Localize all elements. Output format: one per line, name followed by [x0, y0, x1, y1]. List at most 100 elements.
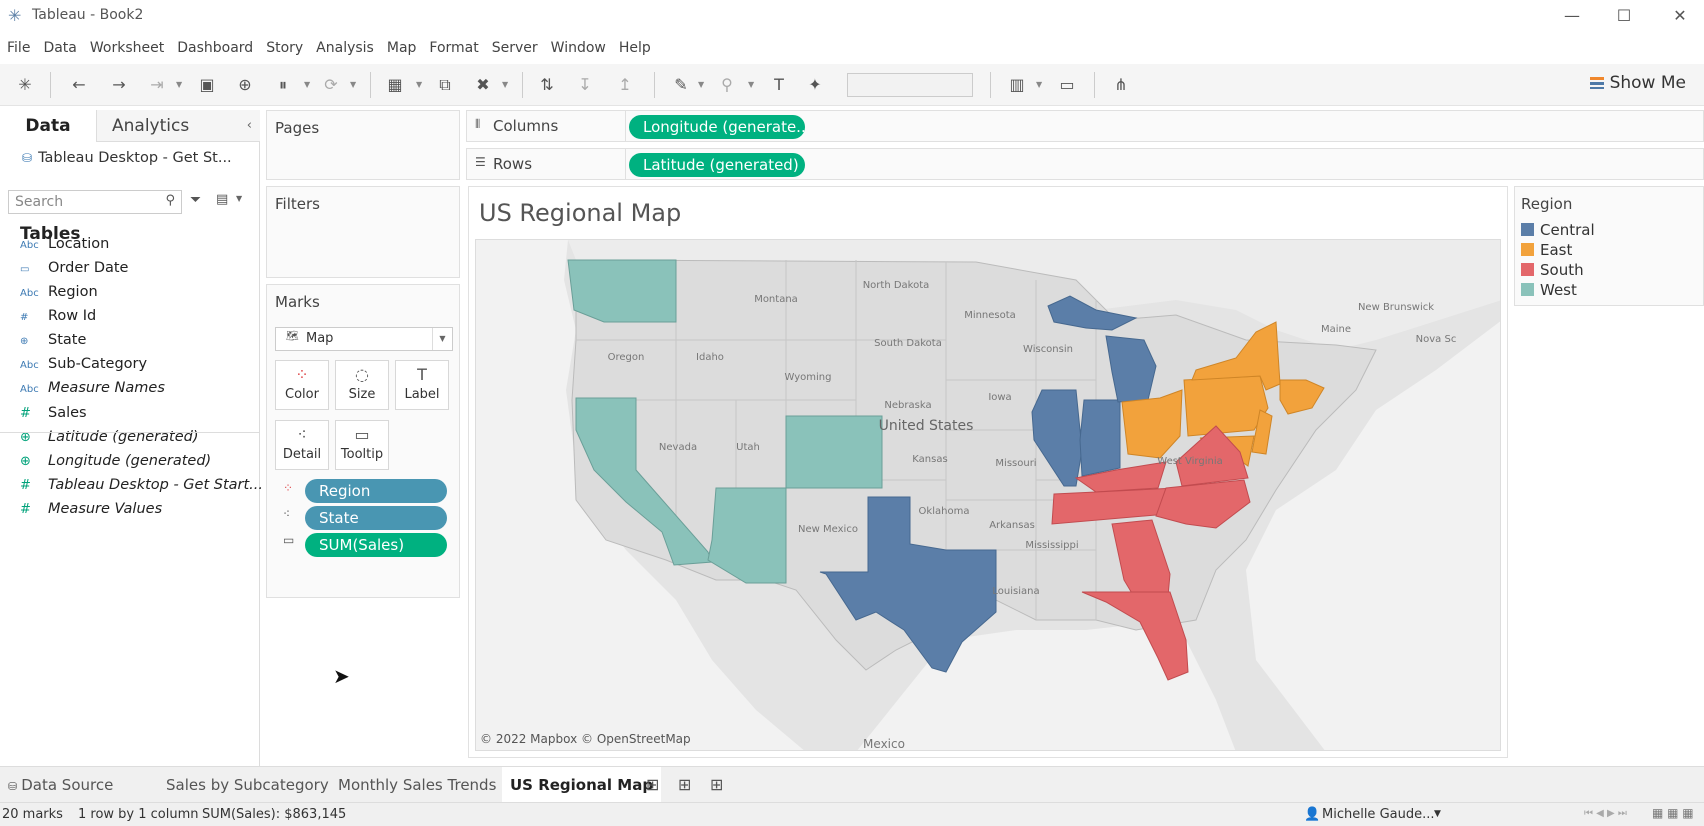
- maximize-button[interactable]: ☐: [1604, 4, 1644, 28]
- field-order-date[interactable]: ▭ Order Date: [20, 256, 128, 280]
- filter-icon[interactable]: ⏷: [190, 192, 201, 208]
- field-longitude-generated[interactable]: ⊕ Longitude (generated): [20, 449, 211, 473]
- tableau-home-icon[interactable]: ✳: [14, 74, 36, 96]
- view-options-icon[interactable]: ▤: [216, 192, 228, 207]
- chevron-down-icon[interactable]: ▼: [748, 74, 756, 96]
- menu-analysis[interactable]: Analysis: [309, 36, 380, 60]
- presentation-mode-icon[interactable]: ▭: [1056, 74, 1078, 96]
- state-pennsylvania[interactable]: [1183, 375, 1269, 437]
- map-attribution[interactable]: © 2022 Mapbox © OpenStreetMap: [480, 732, 691, 746]
- latitude-pill[interactable]: Latitude (generated): [629, 153, 805, 177]
- detail-button[interactable]: ⁖ Detail: [275, 420, 329, 470]
- field-sub-category[interactable]: Abc Sub-Category: [20, 352, 147, 376]
- menu-help[interactable]: Help: [612, 36, 657, 60]
- chevron-down-icon[interactable]: ▼: [502, 74, 510, 96]
- menu-file[interactable]: File: [0, 36, 36, 60]
- chevron-down-icon[interactable]: ▼: [236, 194, 242, 203]
- menu-story[interactable]: Story: [259, 36, 309, 60]
- state-pill[interactable]: State: [305, 506, 447, 530]
- refresh-icon[interactable]: ⟳: [320, 74, 342, 96]
- state-colorado[interactable]: [785, 415, 883, 489]
- show-cards-icon[interactable]: ▥: [1006, 74, 1028, 96]
- field-measure-names[interactable]: Abc Measure Names: [20, 376, 165, 400]
- sort-ascending-icon[interactable]: ↧: [574, 74, 596, 96]
- chevron-down-icon[interactable]: ▼: [176, 74, 184, 96]
- minimize-button[interactable]: —: [1552, 4, 1592, 28]
- undo-icon[interactable]: ←: [68, 74, 90, 96]
- label-button[interactable]: T Label: [395, 360, 449, 410]
- field-region[interactable]: Abc Region: [20, 280, 98, 304]
- fix-axes-icon[interactable]: ✦: [804, 74, 826, 96]
- pause-updates-icon[interactable]: ⏸: [272, 74, 294, 96]
- columns-shelf[interactable]: ⦀ Columns Longitude (generate..: [466, 110, 1704, 142]
- group-members-icon[interactable]: ⚲: [716, 74, 738, 96]
- tab-us-regional-map[interactable]: US Regional Map: [502, 767, 662, 803]
- sum-sales-pill[interactable]: SUM(Sales): [305, 533, 447, 557]
- chevron-down-icon[interactable]: ▼: [416, 74, 424, 96]
- share-icon[interactable]: ⋔: [1110, 74, 1132, 96]
- sheet-nav-icon[interactable]: ⏮ ◀ ▶ ⏭: [1584, 808, 1627, 819]
- fit-dropdown[interactable]: [847, 73, 973, 97]
- show-me-button[interactable]: Show Me: [1589, 73, 1686, 93]
- clear-sheet-icon[interactable]: ✖: [472, 74, 494, 96]
- redo-icon[interactable]: →: [108, 74, 130, 96]
- sort-descending-icon[interactable]: ↥: [614, 74, 636, 96]
- menu-server[interactable]: Server: [485, 36, 544, 60]
- tab-data[interactable]: Data: [0, 110, 96, 142]
- show-mark-labels-icon[interactable]: T: [768, 74, 790, 96]
- map-svg[interactable]: North Dakota Montana Minnesota South Dak…: [476, 240, 1501, 751]
- field-latitude-generated[interactable]: ⊕ Latitude (generated): [20, 425, 199, 449]
- rows-shelf[interactable]: ☰ Rows Latitude (generated): [466, 148, 1704, 180]
- field-location[interactable]: Abc Location: [20, 232, 109, 256]
- legend-item-east[interactable]: East: [1521, 241, 1572, 259]
- field-sales[interactable]: # Sales: [20, 401, 87, 425]
- highlight-icon[interactable]: ✎: [670, 74, 692, 96]
- state-indiana[interactable]: [1079, 399, 1121, 477]
- region-pill[interactable]: Region: [305, 479, 447, 503]
- menu-worksheet[interactable]: Worksheet: [83, 36, 170, 60]
- collapse-pane-icon[interactable]: ‹: [247, 110, 252, 142]
- close-window-button[interactable]: ✕: [1660, 4, 1700, 28]
- datasource-item[interactable]: ⛁ Tableau Desktop - Get St...: [22, 150, 232, 166]
- menu-map[interactable]: Map: [380, 36, 423, 60]
- filters-card[interactable]: Filters: [266, 186, 460, 278]
- pages-card[interactable]: Pages: [266, 110, 460, 180]
- color-button[interactable]: ⁘ Color: [275, 360, 329, 410]
- mark-type-dropdown[interactable]: 🗺 Map ▼: [275, 327, 453, 351]
- new-datasource-icon[interactable]: ⊕: [234, 74, 256, 96]
- search-field[interactable]: Search ⚲: [8, 190, 182, 214]
- tab-data-source[interactable]: ⛁ Data Source: [0, 767, 121, 803]
- size-button[interactable]: ◌ Size: [335, 360, 389, 410]
- tab-monthly-sales-trends[interactable]: Monthly Sales Trends: [330, 767, 504, 803]
- swap-rows-columns-icon[interactable]: ⇅: [536, 74, 558, 96]
- tab-sales-by-subcategory[interactable]: Sales by Subcategory: [158, 767, 337, 803]
- new-worksheet-icon[interactable]: ⊞: [646, 775, 659, 794]
- new-story-icon[interactable]: ⊞: [710, 775, 723, 794]
- menu-data[interactable]: Data: [36, 36, 82, 60]
- field-measure-values[interactable]: # Measure Values: [20, 497, 162, 521]
- chevron-down-icon[interactable]: ▼: [350, 74, 358, 96]
- chevron-down-icon[interactable]: ▼: [698, 74, 706, 96]
- field-tableau-desktop-get-start[interactable]: # Tableau Desktop - Get Start...: [20, 473, 263, 497]
- legend-item-central[interactable]: Central: [1521, 221, 1595, 239]
- tab-analytics[interactable]: Analytics ‹: [96, 110, 260, 142]
- tooltip-button[interactable]: ▭ Tooltip: [335, 420, 389, 470]
- state-washington[interactable]: [567, 259, 677, 323]
- field-state[interactable]: ⊕ State: [20, 328, 86, 352]
- new-dashboard-icon[interactable]: ⊞: [678, 775, 691, 794]
- save-icon[interactable]: ▣: [196, 74, 218, 96]
- view-title[interactable]: US Regional Map: [479, 199, 681, 227]
- map[interactable]: North Dakota Montana Minnesota South Dak…: [475, 239, 1501, 751]
- menu-format[interactable]: Format: [422, 36, 484, 60]
- chevron-down-icon[interactable]: ▼: [1434, 809, 1441, 819]
- replay-icon[interactable]: ⇥: [146, 74, 168, 96]
- chevron-down-icon[interactable]: ▼: [304, 74, 312, 96]
- legend-item-south[interactable]: South: [1521, 261, 1584, 279]
- new-worksheet-icon[interactable]: ▦: [384, 74, 406, 96]
- menu-window[interactable]: Window: [544, 36, 612, 60]
- longitude-pill[interactable]: Longitude (generate..: [629, 115, 805, 139]
- field-row-id[interactable]: # Row Id: [20, 304, 96, 328]
- legend-item-west[interactable]: West: [1521, 281, 1577, 299]
- chevron-down-icon[interactable]: ▼: [1036, 74, 1044, 96]
- user-name[interactable]: Michelle Gaude...: [1322, 807, 1435, 822]
